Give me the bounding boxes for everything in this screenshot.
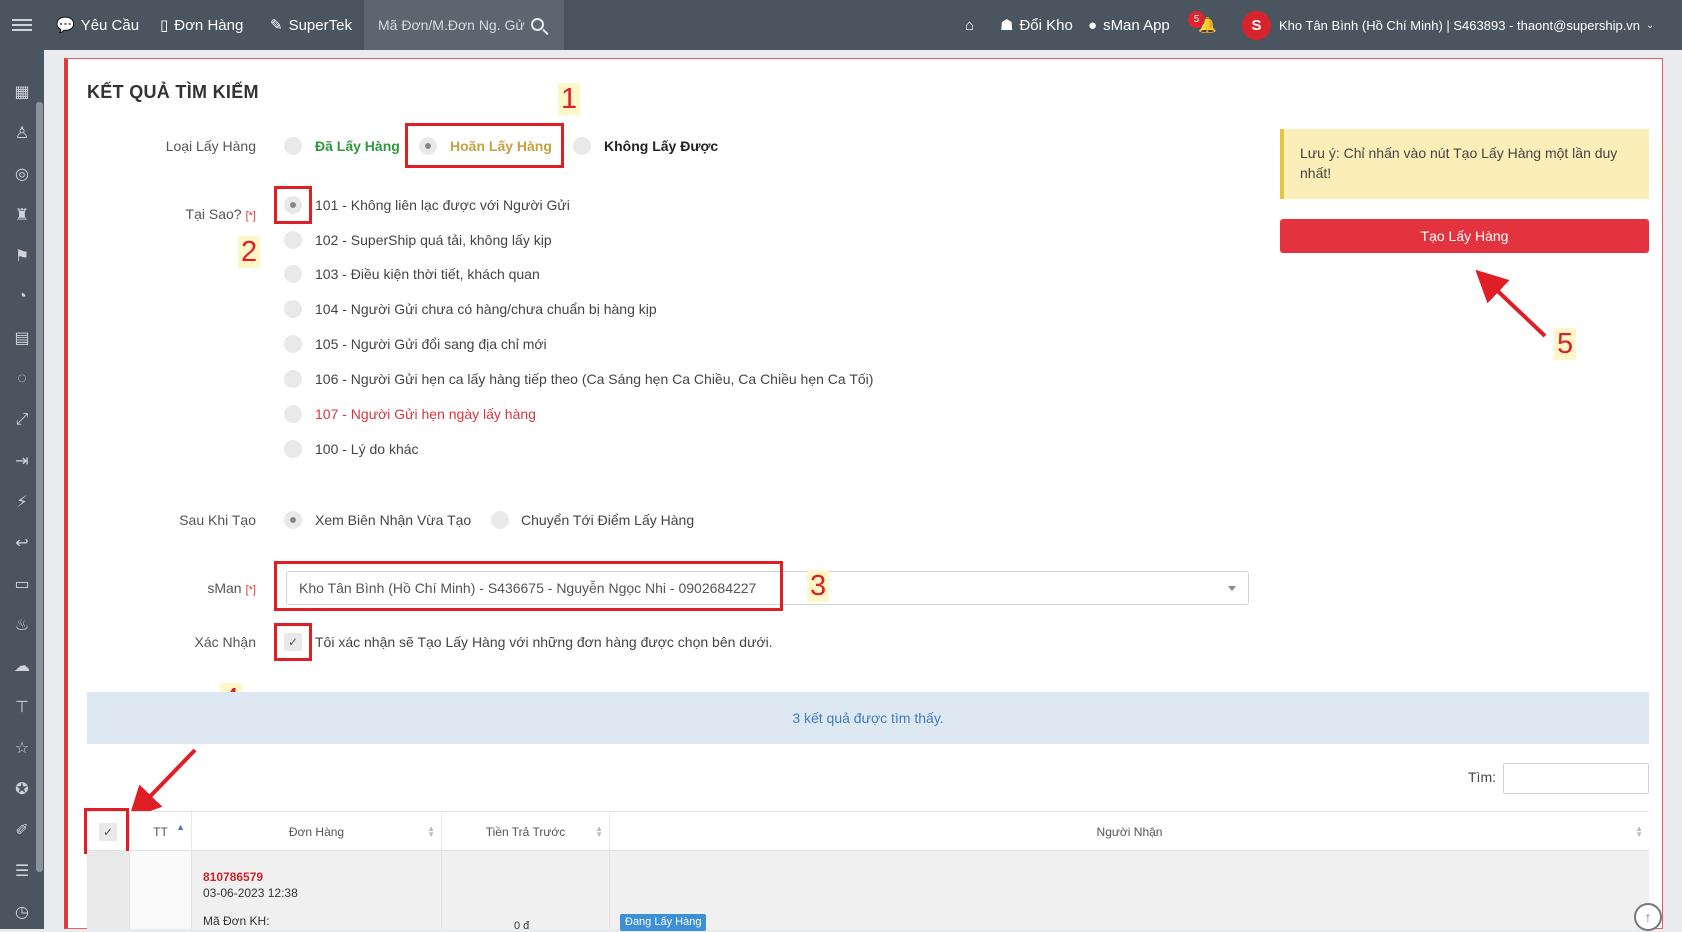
- reason-option[interactable]: 107 - Người Gửi hẹn ngày lấy hàng: [315, 406, 536, 422]
- arrow-up-icon: ↑: [1644, 909, 1652, 925]
- caret-down-icon: [1228, 586, 1236, 591]
- switch-warehouse-link[interactable]: ☗ Đổi Kho: [1000, 0, 1073, 50]
- sman-label: sMan [*]: [207, 580, 256, 596]
- reason-radio[interactable]: [284, 440, 302, 458]
- reason-radio[interactable]: [284, 370, 302, 388]
- nav-don-hang[interactable]: ▯ Đơn Hàng: [160, 0, 243, 50]
- top-bar: 💬 Yêu Cầu ▯ Đơn Hàng ✎ SuperTek Mã Đơn/M…: [0, 0, 1682, 50]
- account-menu[interactable]: Kho Tân Bình (Hồ Chí Minh) | S463893 - t…: [1279, 0, 1654, 50]
- radio-xem-bien-nhan[interactable]: [284, 511, 302, 529]
- radio-chuyen-toi-diem[interactable]: [491, 511, 509, 529]
- table-row[interactable]: [87, 851, 1649, 929]
- highlight-box-3: [274, 561, 783, 611]
- reason-option[interactable]: 100 - Lý do khác: [315, 441, 419, 457]
- reason-option[interactable]: 102 - SuperShip quá tải, không lấy kịp: [315, 232, 552, 248]
- reason-label: Tại Sao? [*]: [185, 206, 256, 222]
- pickup-type-label: Loại Lấy Hàng: [165, 138, 256, 154]
- confirm-label: Xác Nhận: [194, 634, 256, 650]
- nav-yeu-cau[interactable]: 💬 Yêu Cầu: [56, 0, 139, 50]
- chevron-down-icon: ⌄: [1646, 19, 1655, 31]
- sman-app-link[interactable]: ● sMan App: [1088, 0, 1170, 50]
- reason-radio[interactable]: [284, 335, 302, 353]
- annotation-2: 2: [238, 236, 261, 268]
- option-da-lay-hang[interactable]: Đã Lấy Hàng: [315, 138, 400, 154]
- document-icon: ▯: [160, 17, 169, 34]
- highlight-box-select-all: [84, 808, 129, 854]
- sitemap-icon: ☗: [1000, 17, 1014, 34]
- warning-note: Lưu ý: Chỉ nhấn vào nút Tạo Lấy Hàng một…: [1280, 129, 1649, 199]
- reason-radio[interactable]: [284, 231, 302, 249]
- option-chuyen-toi-diem[interactable]: Chuyển Tới Điểm Lấy Hàng: [521, 512, 694, 528]
- highlight-box-1: [405, 123, 564, 168]
- reason-radio[interactable]: [284, 405, 302, 423]
- reason-option[interactable]: 103 - Điều kiện thời tiết, khách quan: [315, 266, 540, 282]
- radio-khong-lay-duoc[interactable]: [573, 137, 591, 155]
- find-input[interactable]: [1503, 763, 1649, 794]
- reason-option[interactable]: 105 - Người Gửi đổi sang địa chỉ mới: [315, 336, 547, 352]
- annotation-5: 5: [1554, 328, 1577, 360]
- create-pickup-button[interactable]: Tạo Lấy Hàng: [1280, 219, 1649, 253]
- after-create-label: Sau Khi Tạo: [179, 512, 256, 528]
- sort-icon: ▲ ▼: [427, 824, 435, 839]
- nav-supertek[interactable]: ✎ SuperTek: [270, 0, 352, 50]
- confirm-text: Tôi xác nhận sẽ Tạo Lấy Hàng với những đ…: [315, 634, 773, 650]
- android-icon: ●: [1088, 16, 1098, 34]
- column-nguoi-nhan[interactable]: Người Nhận ▲ ▼: [610, 812, 1649, 852]
- avatar[interactable]: S: [1242, 11, 1271, 40]
- menu-icon[interactable]: [12, 0, 32, 50]
- reason-option[interactable]: 106 - Người Gửi hẹn ca lấy hàng tiếp the…: [315, 371, 873, 387]
- result-count-bar: 3 kết quả được tìm thấy.: [87, 692, 1649, 744]
- option-xem-bien-nhan[interactable]: Xem Biên Nhận Vừa Tạo: [315, 512, 471, 528]
- radio-da-lay-hang[interactable]: [284, 137, 302, 155]
- reason-radio[interactable]: [284, 300, 302, 318]
- order-customer-code: Mã Đơn KH:: [203, 914, 270, 928]
- sort-icon: ▲ ▼: [595, 824, 603, 839]
- scroll-top-button[interactable]: ↑: [1634, 903, 1662, 931]
- reason-option[interactable]: 101 - Không liên lạc được với Người Gửi: [315, 197, 570, 213]
- page-title: KẾT QUẢ TÌM KIẾM: [87, 82, 259, 102]
- reason-radio[interactable]: [284, 265, 302, 283]
- search-icon[interactable]: [531, 18, 544, 31]
- order-date: 03-06-2023 12:38: [203, 886, 298, 900]
- history-icon[interactable]: ◷: [0, 891, 44, 932]
- status-badge: Đang Lấy Hàng: [620, 914, 707, 931]
- sort-asc-icon: ▲: [176, 822, 185, 832]
- sidebar-scrollbar[interactable]: [36, 102, 43, 872]
- column-tt[interactable]: TT ▲: [130, 812, 192, 852]
- highlight-box-4: [274, 623, 312, 661]
- notification-badge: 5: [1188, 11, 1205, 28]
- prepaid-amount: 0 đ: [514, 920, 530, 932]
- annotation-1: 1: [558, 83, 581, 115]
- find-label: Tìm:: [1468, 769, 1496, 785]
- chat-icon: 💬: [56, 17, 75, 34]
- column-don-hang[interactable]: Đơn Hàng ▲ ▼: [192, 812, 442, 852]
- highlight-box-2: [274, 186, 312, 224]
- edit-icon: ✎: [270, 17, 283, 34]
- reason-option[interactable]: 104 - Người Gửi chưa có hàng/chưa chuẩn …: [315, 301, 657, 317]
- top-search-input[interactable]: Mã Đơn/M.Đơn Ng. Gử: [364, 0, 564, 50]
- sort-icon: ▲ ▼: [1635, 824, 1643, 839]
- annotation-3: 3: [807, 570, 830, 602]
- home-icon[interactable]: ⌂: [965, 0, 974, 50]
- option-khong-lay-duoc[interactable]: Không Lấy Được: [604, 138, 718, 154]
- order-code-link[interactable]: 810786579: [203, 870, 263, 884]
- table-header: ✓ TT ▲ Đơn Hàng ▲ ▼ Tiền Trả Trước ▲ ▼ Ngư…: [87, 811, 1649, 852]
- sidebar: ▦ ♙ ◎ ♜ ⚑ ◔ ▤ ◌ ⤢ ⇥ ⚡ ↩ ▭ ♨ ☁ ⊤ ☆ ✪ ✐ ☰ …: [0, 50, 44, 929]
- column-tien-tra-truoc[interactable]: Tiền Trả Trước ▲ ▼: [442, 812, 610, 852]
